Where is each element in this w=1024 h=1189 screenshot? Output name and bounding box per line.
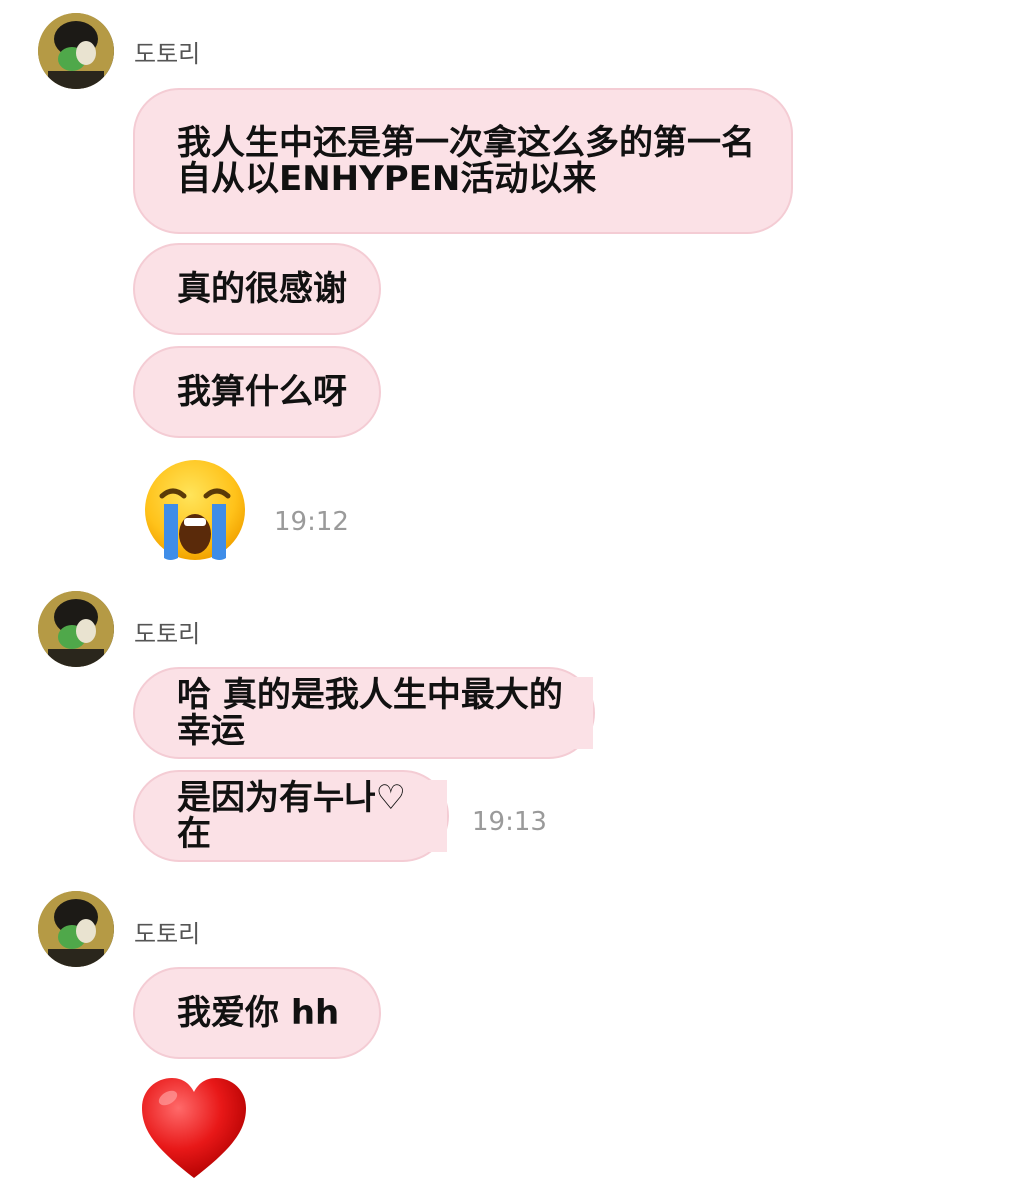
message-bubble[interactable]: 是因为有누나♡在 [133, 770, 449, 862]
message-text: 我人生中还是第一次拿这么多的第一名 自从以ENHYPEN活动以来 [177, 125, 765, 197]
avatar-image-icon [38, 891, 114, 967]
sender-avatar[interactable] [38, 13, 114, 89]
message-timestamp: 19:13 [472, 807, 547, 837]
message-text: 我算什么呀 [177, 372, 347, 412]
message-bubble[interactable]: 我爱你 hh [133, 967, 381, 1059]
message-bubble[interactable]: 我算什么呀 [133, 346, 381, 438]
message-bubble[interactable]: 我人生中还是第一次拿这么多的第一名 自从以ENHYPEN活动以来 [133, 88, 793, 234]
message-text: 哈 真的是我人生中最大的幸运 [177, 677, 593, 749]
avatar-image-icon [38, 591, 114, 667]
sender-name: 도토리 [134, 620, 201, 648]
sender-name: 도토리 [134, 40, 201, 68]
sender-avatar[interactable] [38, 591, 114, 667]
sender-name: 도토리 [134, 920, 201, 948]
message-text: 我爱你 hh [177, 993, 340, 1033]
message-timestamp: 19:12 [274, 507, 349, 537]
message-text: 真的很感谢 [177, 269, 347, 309]
avatar-image-icon [38, 13, 114, 89]
loudly-crying-face-icon[interactable] [140, 456, 250, 564]
sender-avatar[interactable] [38, 891, 114, 967]
message-bubble[interactable]: 哈 真的是我人生中最大的幸运 [133, 667, 595, 759]
red-heart-icon[interactable] [138, 1074, 250, 1184]
message-bubble[interactable]: 真的很感谢 [133, 243, 381, 335]
message-text: 是因为有누나♡在 [177, 780, 447, 852]
